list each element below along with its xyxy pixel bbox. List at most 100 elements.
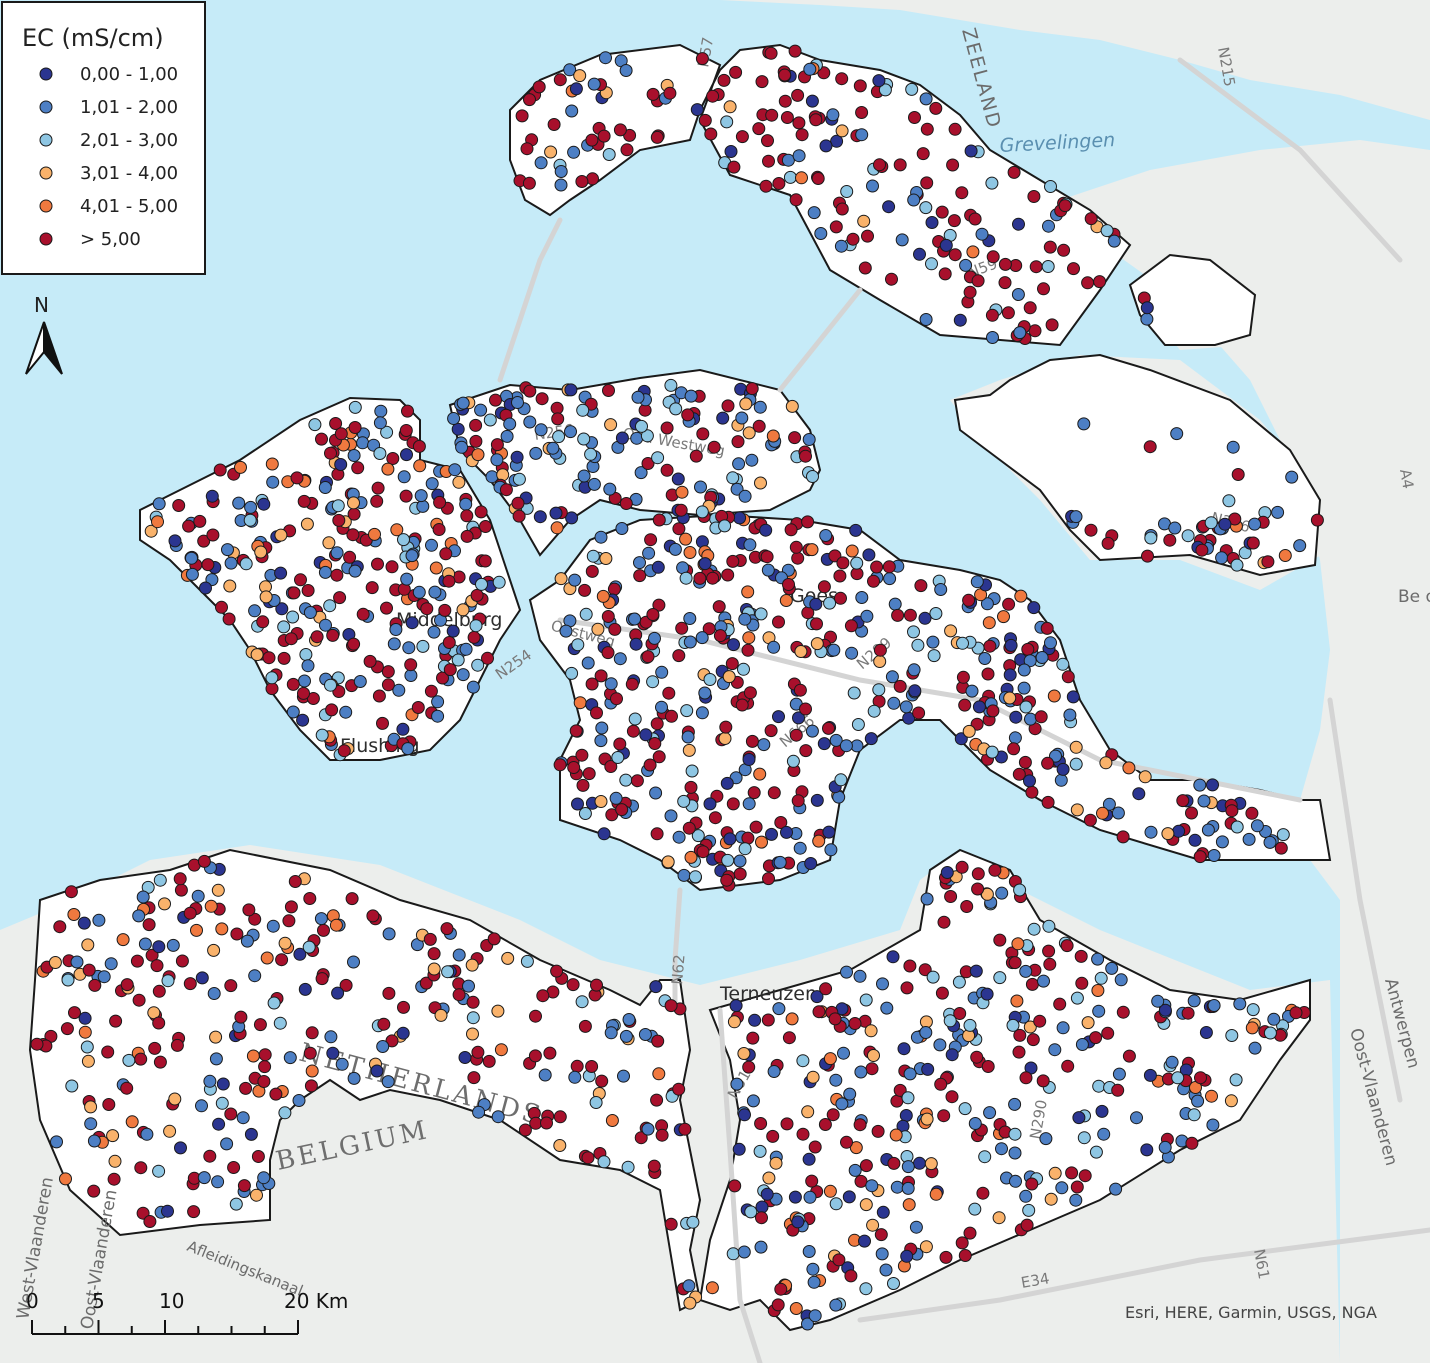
sample-point bbox=[1078, 1169, 1092, 1183]
sample-point bbox=[373, 447, 387, 460]
sample-point bbox=[348, 564, 362, 578]
sample-point bbox=[993, 933, 1007, 947]
sample-point bbox=[621, 1160, 635, 1174]
sample-point bbox=[880, 1001, 894, 1015]
sample-point bbox=[761, 1013, 775, 1027]
sample-point bbox=[510, 450, 524, 464]
sample-point bbox=[882, 560, 896, 574]
sample-point bbox=[305, 1064, 319, 1078]
sample-point bbox=[1008, 1127, 1022, 1141]
sample-point bbox=[1056, 762, 1070, 776]
sample-point bbox=[650, 717, 664, 731]
sample-point bbox=[769, 1156, 783, 1170]
sample-point bbox=[584, 447, 598, 461]
sample-point bbox=[1003, 691, 1017, 705]
sample-point bbox=[348, 400, 362, 414]
sample-point bbox=[956, 636, 969, 650]
sample-point bbox=[668, 542, 682, 556]
sample-point bbox=[753, 400, 767, 414]
sample-point bbox=[520, 142, 534, 156]
sample-point bbox=[1041, 756, 1055, 770]
sample-point bbox=[298, 674, 311, 688]
sample-point bbox=[889, 1128, 903, 1142]
sample-point bbox=[844, 619, 858, 633]
sample-point bbox=[764, 46, 778, 60]
sample-point bbox=[553, 1110, 567, 1124]
sample-point bbox=[1017, 663, 1031, 677]
sample-point bbox=[773, 855, 787, 869]
sample-point bbox=[515, 109, 529, 123]
sample-point bbox=[443, 663, 457, 677]
sample-point bbox=[1044, 1192, 1058, 1206]
sample-point bbox=[638, 1028, 652, 1041]
sample-point bbox=[1285, 470, 1299, 484]
sample-point bbox=[975, 227, 989, 241]
sample-point bbox=[986, 250, 1000, 264]
sample-point bbox=[1042, 219, 1055, 233]
sample-point bbox=[382, 927, 396, 941]
sample-point bbox=[1248, 517, 1262, 531]
sample-point bbox=[802, 433, 816, 446]
sample-point bbox=[582, 767, 596, 781]
sample-point bbox=[927, 649, 941, 663]
sample-point bbox=[82, 963, 96, 977]
sample-point bbox=[400, 572, 414, 586]
sample-point bbox=[416, 639, 430, 653]
sample-point bbox=[772, 177, 786, 190]
sample-point bbox=[958, 1102, 972, 1116]
label-n62: N62 bbox=[668, 954, 689, 986]
sample-point bbox=[1293, 539, 1307, 553]
sample-point bbox=[569, 724, 583, 738]
sample-point bbox=[802, 1152, 816, 1166]
sample-point bbox=[858, 1234, 871, 1248]
sample-point bbox=[1230, 558, 1244, 572]
sample-point bbox=[853, 1118, 867, 1132]
sample-point bbox=[851, 718, 865, 731]
sample-point bbox=[333, 591, 347, 605]
sample-point bbox=[1206, 778, 1219, 792]
sample-point bbox=[301, 659, 315, 673]
sample-point bbox=[1034, 710, 1048, 724]
sample-point bbox=[834, 773, 848, 787]
sample-point bbox=[589, 1096, 603, 1109]
sample-point bbox=[523, 93, 536, 107]
sample-point bbox=[1187, 994, 1201, 1008]
sample-point bbox=[466, 1011, 480, 1025]
sample-point bbox=[733, 511, 747, 525]
sample-point bbox=[284, 632, 298, 646]
sample-point bbox=[955, 1236, 969, 1250]
sample-point bbox=[887, 1156, 901, 1170]
sample-point bbox=[568, 1070, 582, 1084]
sample-point bbox=[382, 986, 396, 1000]
sample-point bbox=[483, 413, 497, 427]
sample-point bbox=[573, 696, 587, 710]
sample-point bbox=[761, 563, 775, 577]
sample-point bbox=[413, 459, 427, 473]
sample-point bbox=[262, 651, 276, 665]
sample-point bbox=[783, 170, 797, 184]
sample-point bbox=[1245, 1021, 1259, 1035]
sample-point bbox=[916, 147, 930, 161]
sample-point bbox=[919, 92, 933, 106]
sample-point bbox=[672, 1082, 686, 1096]
sample-point bbox=[535, 392, 549, 406]
sample-point bbox=[741, 831, 755, 845]
sample-point bbox=[799, 702, 812, 716]
sample-point bbox=[679, 532, 693, 546]
sample-point bbox=[185, 567, 199, 581]
sample-point bbox=[964, 144, 978, 158]
sample-point bbox=[318, 565, 332, 579]
sample-point bbox=[855, 106, 869, 119]
sample-point bbox=[955, 860, 969, 874]
sample-point bbox=[664, 999, 678, 1013]
sample-point bbox=[314, 912, 328, 926]
sample-point bbox=[591, 622, 605, 636]
sample-point bbox=[599, 552, 613, 565]
sample-point bbox=[116, 933, 130, 947]
sample-point bbox=[501, 951, 515, 965]
sample-point bbox=[451, 653, 465, 667]
sample-point bbox=[765, 827, 778, 841]
sample-point bbox=[376, 1040, 390, 1053]
sample-point bbox=[723, 100, 737, 114]
sample-point bbox=[696, 427, 710, 441]
